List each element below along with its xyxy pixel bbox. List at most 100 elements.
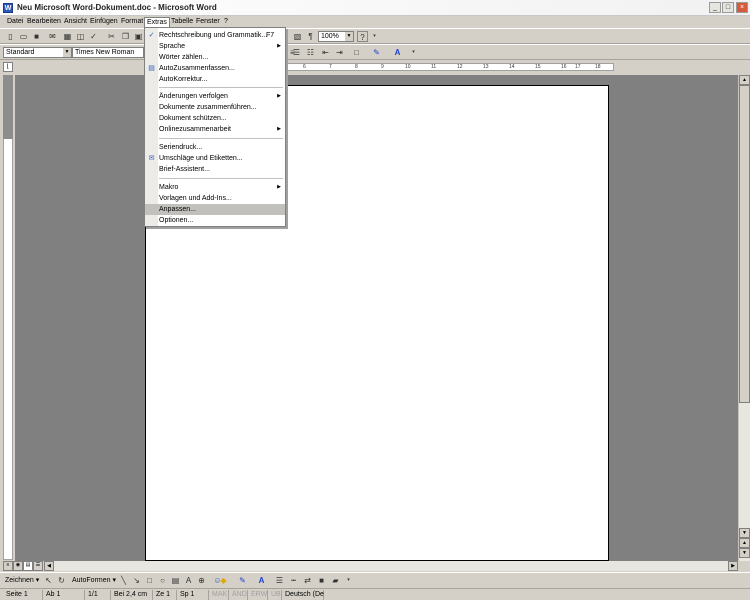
- toolbar-options-icon[interactable]: ▾: [369, 31, 380, 42]
- vertical-scrollbar[interactable]: ▲ ▼ ▲ ▼: [738, 75, 750, 561]
- help-icon[interactable]: ?: [357, 31, 368, 42]
- menu-item-protect-document[interactable]: Dokument schützen...: [145, 113, 285, 124]
- submenu-arrow-icon: ▶: [277, 126, 281, 132]
- draw-menu-button[interactable]: Zeichnen ▾: [5, 576, 39, 584]
- font-color-icon[interactable]: A: [392, 47, 403, 58]
- horizontal-ruler[interactable]: 1 2 3 4 5 6 7 8 9 10 11 12 13 14 15 16 1…: [14, 61, 738, 73]
- font-color-icon[interactable]: A: [256, 575, 267, 586]
- open-folder-icon[interactable]: ▭: [18, 31, 29, 42]
- copy-icon[interactable]: ❐: [120, 31, 131, 42]
- save-icon[interactable]: ■: [31, 31, 42, 42]
- menu-item-envelopes-labels[interactable]: ✉ Umschläge und Etiketten...: [145, 153, 285, 164]
- window-title: Neu Microsoft Word-Dokument.doc - Micros…: [17, 3, 217, 12]
- word-app-icon[interactable]: W: [3, 3, 13, 13]
- menu-item-options[interactable]: Optionen...: [145, 215, 285, 226]
- menu-item-macro[interactable]: Makro ▶: [145, 182, 285, 193]
- menu-item-autosummarize[interactable]: ▤ AutoZusammenfassen...: [145, 63, 285, 74]
- new-document-icon[interactable]: ▯: [5, 31, 16, 42]
- menu-item-merge-documents[interactable]: Dokumente zusammenführen...: [145, 102, 285, 113]
- scroll-right-button[interactable]: ▶: [728, 561, 738, 571]
- title-bar[interactable]: W Neu Microsoft Word-Dokument.doc - Micr…: [0, 0, 750, 16]
- scroll-thumb[interactable]: [739, 85, 750, 403]
- print-icon[interactable]: ▦: [62, 31, 73, 42]
- menu-item-customize[interactable]: Anpassen...: [145, 204, 285, 215]
- submenu-arrow-icon: ▶: [277, 93, 281, 99]
- menu-item-autocorrect[interactable]: AutoKorrektur...: [145, 74, 285, 85]
- horizontal-scrollbar[interactable]: ◀ ▶: [44, 561, 738, 571]
- diagram-icon[interactable]: ⊕: [196, 575, 207, 586]
- rectangle-icon[interactable]: □: [144, 575, 155, 586]
- 3d-icon[interactable]: ▰: [330, 575, 341, 586]
- spellcheck-icon[interactable]: ✓: [88, 31, 99, 42]
- border-icon[interactable]: □: [351, 47, 362, 58]
- web-view-icon[interactable]: ◉: [13, 561, 23, 571]
- menu-item-mail-merge[interactable]: Seriendruck...: [145, 142, 285, 153]
- menu-item-language[interactable]: Sprache ▶: [145, 41, 285, 52]
- rotate-icon[interactable]: ↻: [56, 575, 67, 586]
- submenu-arrow-icon: ▶: [277, 43, 281, 49]
- previous-page-icon[interactable]: ▲: [739, 538, 750, 548]
- menu-datei[interactable]: Datei: [5, 17, 25, 28]
- maximize-button[interactable]: □: [722, 2, 734, 13]
- bullet-list-icon[interactable]: ☷: [305, 47, 316, 58]
- textbox-icon[interactable]: ▤: [170, 575, 181, 586]
- outline-view-icon[interactable]: ☰: [33, 561, 43, 571]
- wordart-icon[interactable]: A: [183, 575, 194, 586]
- line-color-icon[interactable]: ✎: [237, 575, 248, 586]
- menu-ansicht[interactable]: Ansicht: [62, 17, 89, 28]
- arrow-style-icon[interactable]: ⇄: [302, 575, 313, 586]
- line-icon[interactable]: ╲: [118, 575, 129, 586]
- email-icon[interactable]: ✉: [47, 31, 58, 42]
- menu-item-word-count[interactable]: Wörter zählen...: [145, 52, 285, 63]
- line-style-icon[interactable]: ☰: [274, 575, 285, 586]
- dash-style-icon[interactable]: ┅: [288, 575, 299, 586]
- menu-item-online-collaboration[interactable]: Onlinezusammenarbeit ▶: [145, 124, 285, 135]
- menu-format[interactable]: Format: [119, 17, 145, 28]
- status-page: Seite 1: [3, 590, 43, 600]
- menu-item-templates-addins[interactable]: Vorlagen und Add-Ins...: [145, 193, 285, 204]
- vertical-ruler[interactable]: [3, 75, 13, 560]
- menu-item-spelling-grammar[interactable]: ✓ Rechtschreibung und Grammatik... F7: [145, 30, 285, 41]
- shadow-icon[interactable]: ■: [316, 575, 327, 586]
- close-button[interactable]: ×: [736, 2, 748, 13]
- style-select[interactable]: Standard ▼: [3, 47, 72, 58]
- status-line: Ze 1: [153, 590, 177, 600]
- toolbar-options-icon[interactable]: ▾: [408, 47, 419, 58]
- tab-selector[interactable]: ⌊: [3, 62, 13, 72]
- status-track-changes[interactable]: ÄND: [229, 590, 248, 600]
- document-map-icon[interactable]: ▧: [292, 31, 303, 42]
- minimize-button[interactable]: _: [709, 2, 721, 13]
- highlight-icon[interactable]: ✎: [371, 47, 382, 58]
- status-overtype[interactable]: ÜB: [268, 590, 282, 600]
- status-page-count: 1/1: [85, 590, 111, 600]
- scroll-left-button[interactable]: ◀: [44, 561, 54, 571]
- arrow-icon[interactable]: ↘: [131, 575, 142, 586]
- status-extend[interactable]: ERW: [248, 590, 268, 600]
- normal-view-icon[interactable]: ≡: [3, 561, 13, 571]
- fill-color-icon[interactable]: ◆: [218, 575, 229, 586]
- toolbar-options-icon[interactable]: ▾: [343, 575, 354, 586]
- zoom-select[interactable]: 100% ▼: [318, 31, 354, 42]
- decrease-indent-icon[interactable]: ⇤: [320, 47, 331, 58]
- numbered-list-icon[interactable]: ☰: [291, 47, 302, 58]
- autosummary-icon: ▤: [148, 65, 155, 72]
- font-select[interactable]: Times New Roman: [72, 47, 144, 58]
- increase-indent-icon[interactable]: ⇥: [334, 47, 345, 58]
- status-language[interactable]: Deutsch (De: [282, 590, 324, 600]
- status-macro-recorder[interactable]: MAK: [209, 590, 229, 600]
- menu-item-track-changes[interactable]: Änderungen verfolgen ▶: [145, 91, 285, 102]
- autoshapes-menu-button[interactable]: AutoFormen ▾: [72, 576, 116, 584]
- print-preview-icon[interactable]: ◫: [75, 31, 86, 42]
- paragraph-mark-icon[interactable]: ¶: [305, 31, 316, 42]
- scroll-up-button[interactable]: ▲: [739, 75, 750, 85]
- next-page-icon[interactable]: ▼: [739, 548, 750, 558]
- print-layout-icon[interactable]: ▤: [23, 561, 33, 571]
- menu-einfuegen[interactable]: Einfügen: [88, 17, 120, 28]
- menu-item-letter-wizard[interactable]: Brief-Assistent...: [145, 164, 285, 175]
- cut-icon[interactable]: ✂: [106, 31, 117, 42]
- oval-icon[interactable]: ○: [157, 575, 168, 586]
- menu-bearbeiten[interactable]: Bearbeiten: [25, 17, 63, 28]
- scroll-down-button[interactable]: ▼: [739, 528, 750, 538]
- select-objects-icon[interactable]: ↖: [43, 575, 54, 586]
- paste-icon[interactable]: ▣: [133, 31, 144, 42]
